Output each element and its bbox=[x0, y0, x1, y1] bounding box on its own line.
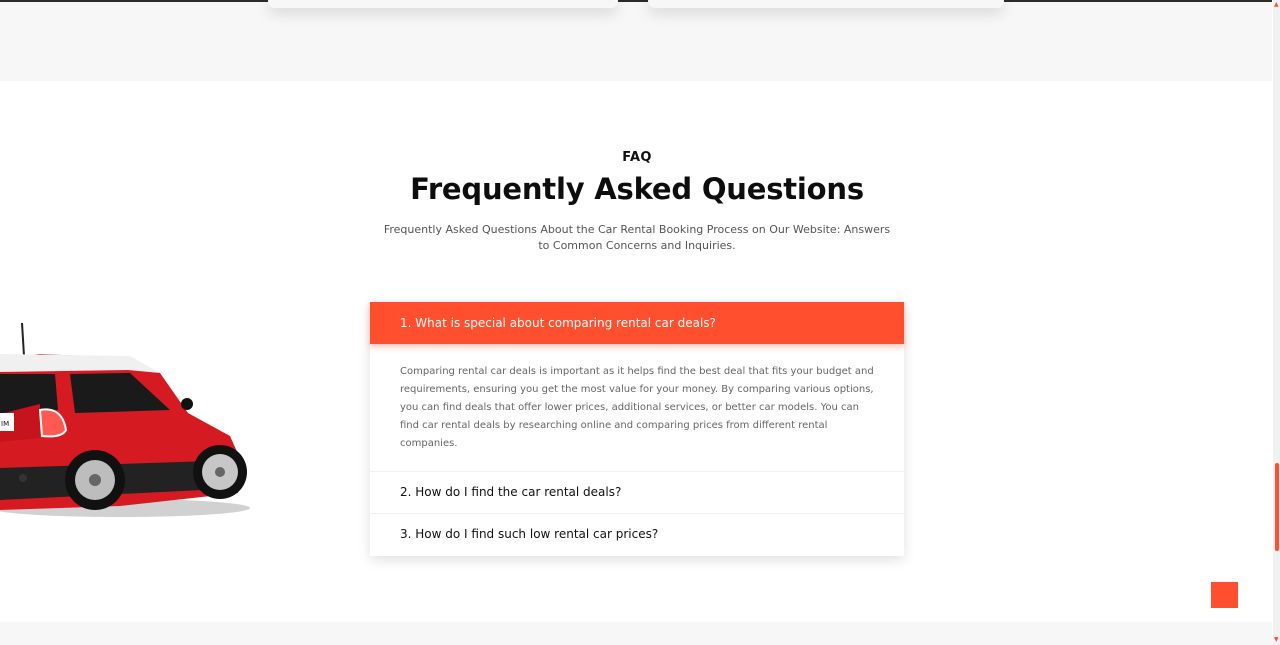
svg-text:IM: IM bbox=[1, 420, 9, 428]
faq-answer-1: Comparing rental car deals is important … bbox=[400, 366, 874, 449]
faq-question-1[interactable]: 1. What is special about comparing renta… bbox=[370, 302, 904, 344]
car-image: IM bbox=[0, 322, 250, 517]
next-section-band bbox=[0, 622, 1272, 645]
scroll-to-top-button[interactable] bbox=[1211, 582, 1238, 608]
card-shadow-right bbox=[648, 0, 1004, 8]
scroll-down-arrow-icon[interactable]: ▼ bbox=[1274, 636, 1279, 643]
faq-question-3-label: 3. How do I find such low rental car pri… bbox=[400, 527, 659, 541]
faq-eyebrow: FAQ bbox=[622, 150, 652, 165]
scroll-up-arrow-icon[interactable]: ▲ bbox=[1274, 1, 1279, 8]
faq-question-2[interactable]: 2. How do I find the car rental deals? bbox=[370, 472, 904, 514]
faq-question-2-label: 2. How do I find the car rental deals? bbox=[400, 485, 622, 499]
previous-section-band bbox=[0, 0, 1272, 81]
scrollbar-thumb[interactable] bbox=[1275, 463, 1279, 551]
faq-title: Frequently Asked Questions bbox=[410, 172, 864, 206]
faq-question-3[interactable]: 3. How do I find such low rental car pri… bbox=[370, 514, 904, 556]
faq-question-1-label: 1. What is special about comparing renta… bbox=[400, 316, 716, 330]
faq-accordion: 1. What is special about comparing renta… bbox=[370, 302, 904, 556]
card-shadow-left bbox=[268, 0, 618, 8]
faq-subtitle: Frequently Asked Questions About the Car… bbox=[383, 223, 891, 252]
